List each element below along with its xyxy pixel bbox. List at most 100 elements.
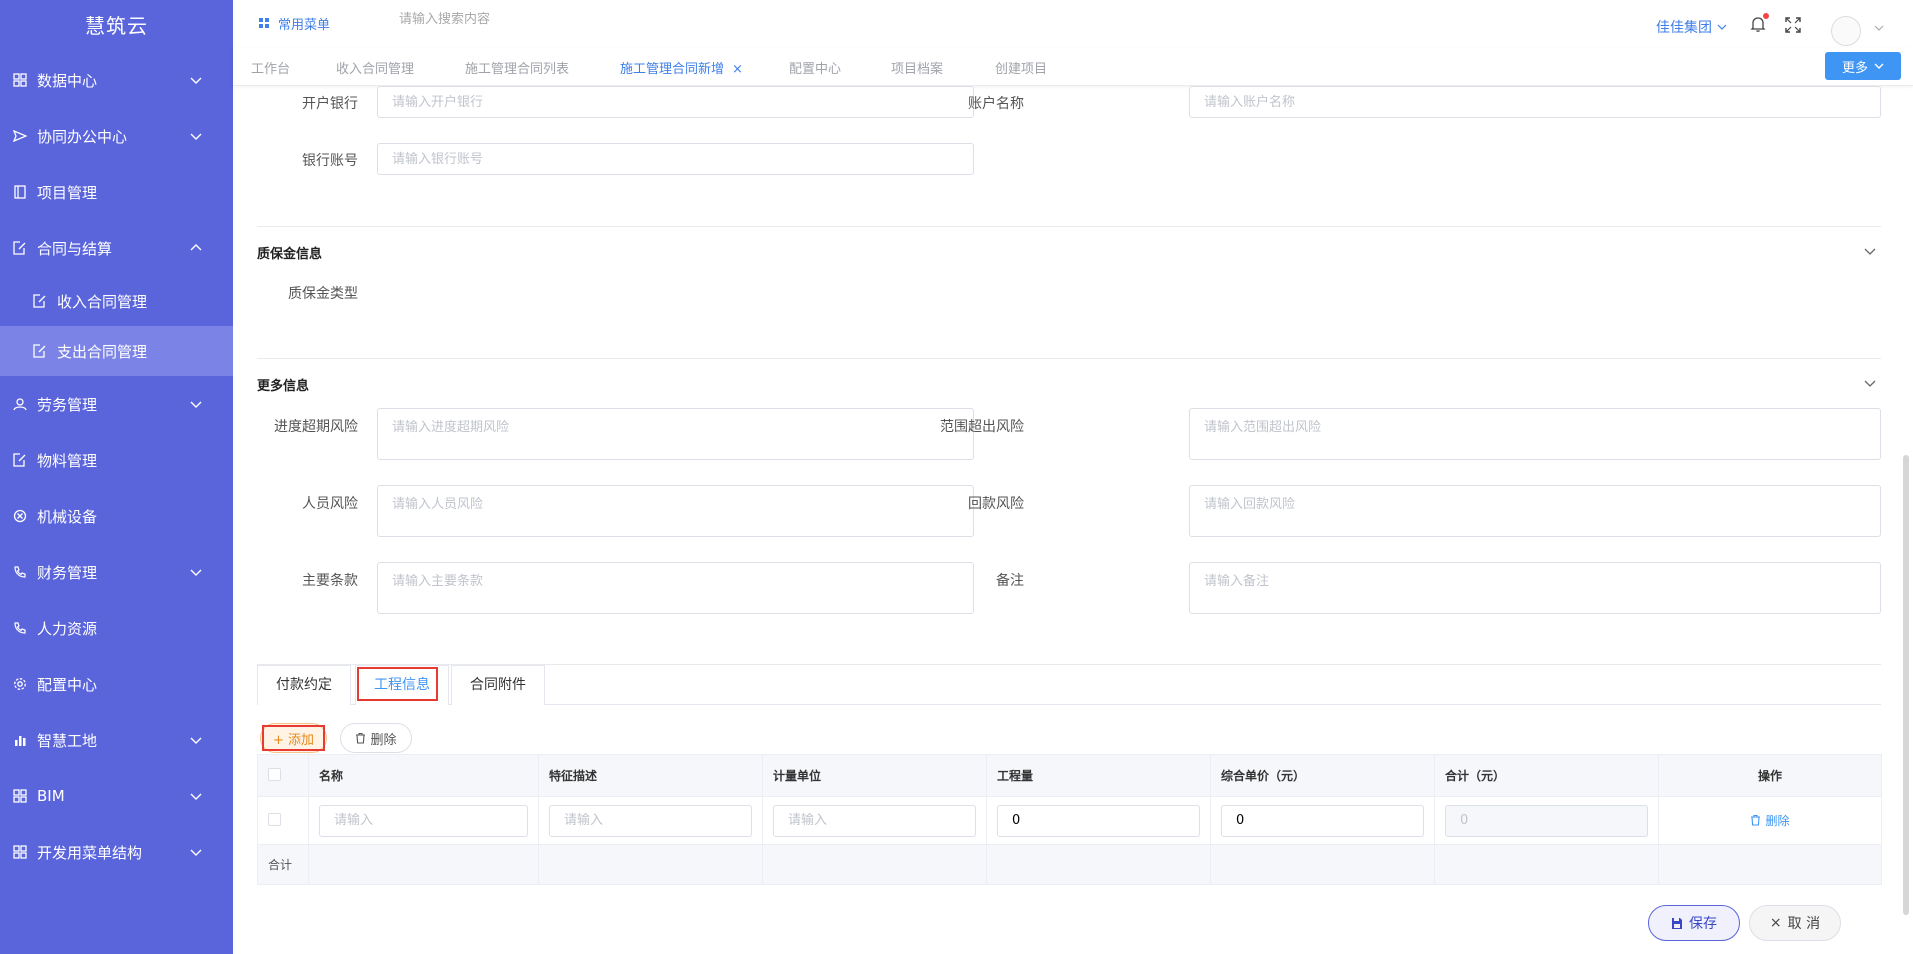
description-input[interactable] — [549, 804, 752, 837]
cancel-button[interactable]: × 取 消 — [1749, 905, 1841, 941]
sidebar-item-labor[interactable]: 劳务管理 — [0, 376, 233, 432]
project-info-table: 名称 特征描述 计量单位 工程量 综合单价（元） 合计（元） 操作 请输入 请输… — [257, 754, 1882, 885]
detail-tabs: 付款约定 工程信息 合同附件 — [257, 665, 1881, 705]
sidebar-item-label: 项目管理 — [37, 183, 98, 202]
tab-project-info[interactable]: 工程信息 — [355, 665, 449, 705]
chevron-down-icon[interactable] — [1863, 244, 1877, 258]
sidebar-item-label: 人力资源 — [37, 619, 98, 638]
tab-construction-contract-new[interactable]: 施工管理合同新增 × — [620, 58, 743, 77]
delete-rows-button[interactable]: 删除 — [340, 723, 412, 753]
sidebar-item-bim[interactable]: BIM — [0, 768, 233, 824]
trash-icon — [1751, 815, 1761, 826]
name-input[interactable] — [319, 804, 528, 837]
terms-label: 主要条款 — [302, 573, 358, 589]
chevron-down-icon[interactable] — [1873, 22, 1885, 34]
payment-risk-textarea[interactable] — [1189, 485, 1881, 537]
chevron-down-icon — [190, 737, 202, 744]
brand-logo: 慧筑云 — [85, 14, 148, 38]
remark-textarea[interactable] — [1189, 562, 1881, 614]
sidebar-item-label: 劳务管理 — [37, 395, 98, 414]
staff-risk-textarea[interactable] — [377, 485, 974, 537]
grid-icon — [12, 844, 28, 860]
table-total-row: 合计 — [257, 844, 1882, 885]
more-button[interactable]: 更多 — [1825, 52, 1901, 80]
sidebar-item-label: 协同办公中心 — [37, 127, 128, 146]
staff-risk-label: 人员风险 — [302, 496, 358, 512]
sidebar-item-contract[interactable]: 合同与结算 — [0, 220, 233, 276]
scope-risk-textarea[interactable] — [1189, 408, 1881, 460]
sidebar-item-label: 配置中心 — [37, 675, 98, 694]
sidebar-item-finance[interactable]: 财务管理 — [0, 544, 233, 600]
sidebar-item-smart-site[interactable]: 智慧工地 — [0, 712, 233, 768]
account-name-input[interactable] — [1189, 86, 1881, 118]
quantity-cell — [986, 796, 1211, 845]
select-all-checkbox[interactable] — [268, 767, 281, 781]
save-button[interactable]: 保存 — [1648, 905, 1740, 941]
tab-create-project[interactable]: 创建项目 — [995, 58, 1047, 77]
name-cell — [308, 796, 539, 845]
favorites-menu[interactable]: 常用菜单 — [259, 14, 330, 33]
terms-textarea[interactable] — [377, 562, 974, 614]
unit-price-input[interactable] — [1221, 804, 1424, 837]
delete-label: 删除 — [370, 732, 397, 748]
chevron-down-icon — [1874, 63, 1884, 69]
deposit-type-label: 质保金类型 — [288, 286, 358, 302]
tab-payment-terms[interactable]: 付款约定 — [257, 665, 351, 705]
sidebar-item-material[interactable]: 物料管理 — [0, 432, 233, 488]
header-unit: 计量单位 — [762, 754, 987, 797]
company-name: 佳佳集团 — [1656, 20, 1712, 36]
sidebar-item-project[interactable]: 项目管理 — [0, 164, 233, 220]
tab-contract-attachments[interactable]: 合同附件 — [451, 665, 545, 705]
account-name-label: 账户名称 — [968, 96, 1024, 112]
row-select-cell — [257, 796, 309, 845]
unit-input[interactable] — [773, 804, 976, 837]
close-icon[interactable]: × — [732, 62, 743, 77]
search-input[interactable] — [399, 12, 599, 27]
chevron-down-icon — [190, 793, 202, 800]
grid-icon — [12, 72, 28, 88]
avatar[interactable] — [1831, 16, 1861, 46]
sidebar-item-data-center[interactable]: 数据中心 — [0, 52, 233, 108]
sidebar-item-config[interactable]: 配置中心 — [0, 656, 233, 712]
scrollbar[interactable] — [1903, 455, 1909, 915]
row-checkbox[interactable] — [268, 812, 281, 826]
table-row: 删除 — [257, 796, 1882, 845]
sidebar-item-label: 数据中心 — [37, 71, 98, 90]
sidebar-item-label: 智慧工地 — [37, 731, 98, 750]
sidebar-item-machinery[interactable]: 机械设备 — [0, 488, 233, 544]
header-quantity: 工程量 — [986, 754, 1211, 797]
bank-label: 开户银行 — [302, 96, 358, 112]
sidebar-item-income-contract[interactable]: 收入合同管理 — [0, 276, 233, 326]
chevron-down-icon[interactable] — [1863, 376, 1877, 390]
tab-workbench[interactable]: 工作台 — [251, 58, 290, 77]
top-bar: 常用菜单 佳佳集团 — [233, 0, 1913, 46]
sidebar-item-label: BIM — [37, 787, 65, 805]
edit-doc-icon — [12, 240, 28, 256]
sidebar-item-expense-contract[interactable]: 支出合同管理 — [0, 326, 233, 376]
account-no-input[interactable] — [377, 143, 974, 175]
company-switcher[interactable]: 佳佳集团 — [1656, 17, 1728, 37]
quantity-input[interactable] — [997, 804, 1200, 837]
bar-chart-icon — [12, 732, 28, 748]
edit-doc-icon — [32, 293, 48, 309]
progress-risk-textarea[interactable] — [377, 408, 974, 460]
sidebar-item-dev-menu[interactable]: 开发用菜单结构 — [0, 824, 233, 880]
tab-construction-contract-list[interactable]: 施工管理合同列表 — [465, 58, 569, 77]
sidebar-item-collab[interactable]: 协同办公中心 — [0, 108, 233, 164]
more-section-title: 更多信息 — [257, 379, 310, 394]
bank-input[interactable] — [377, 86, 974, 118]
fullscreen-icon[interactable] — [1785, 17, 1801, 33]
add-row-button[interactable]: + 添加 — [260, 723, 327, 753]
tab-project-archive[interactable]: 项目档案 — [891, 58, 943, 77]
row-delete-link[interactable]: 删除 — [1750, 812, 1790, 829]
total-input — [1445, 804, 1648, 837]
row-delete-label: 删除 — [1765, 813, 1790, 828]
tab-income-contract[interactable]: 收入合同管理 — [336, 58, 414, 77]
action-cell: 删除 — [1658, 796, 1882, 845]
edit-doc-icon — [32, 343, 48, 359]
sidebar-item-hr[interactable]: 人力资源 — [0, 600, 233, 656]
cancel-label: 取 消 — [1787, 916, 1821, 932]
tab-config-center[interactable]: 配置中心 — [789, 58, 841, 77]
remark-label: 备注 — [996, 573, 1024, 589]
total-cell — [1434, 796, 1659, 845]
